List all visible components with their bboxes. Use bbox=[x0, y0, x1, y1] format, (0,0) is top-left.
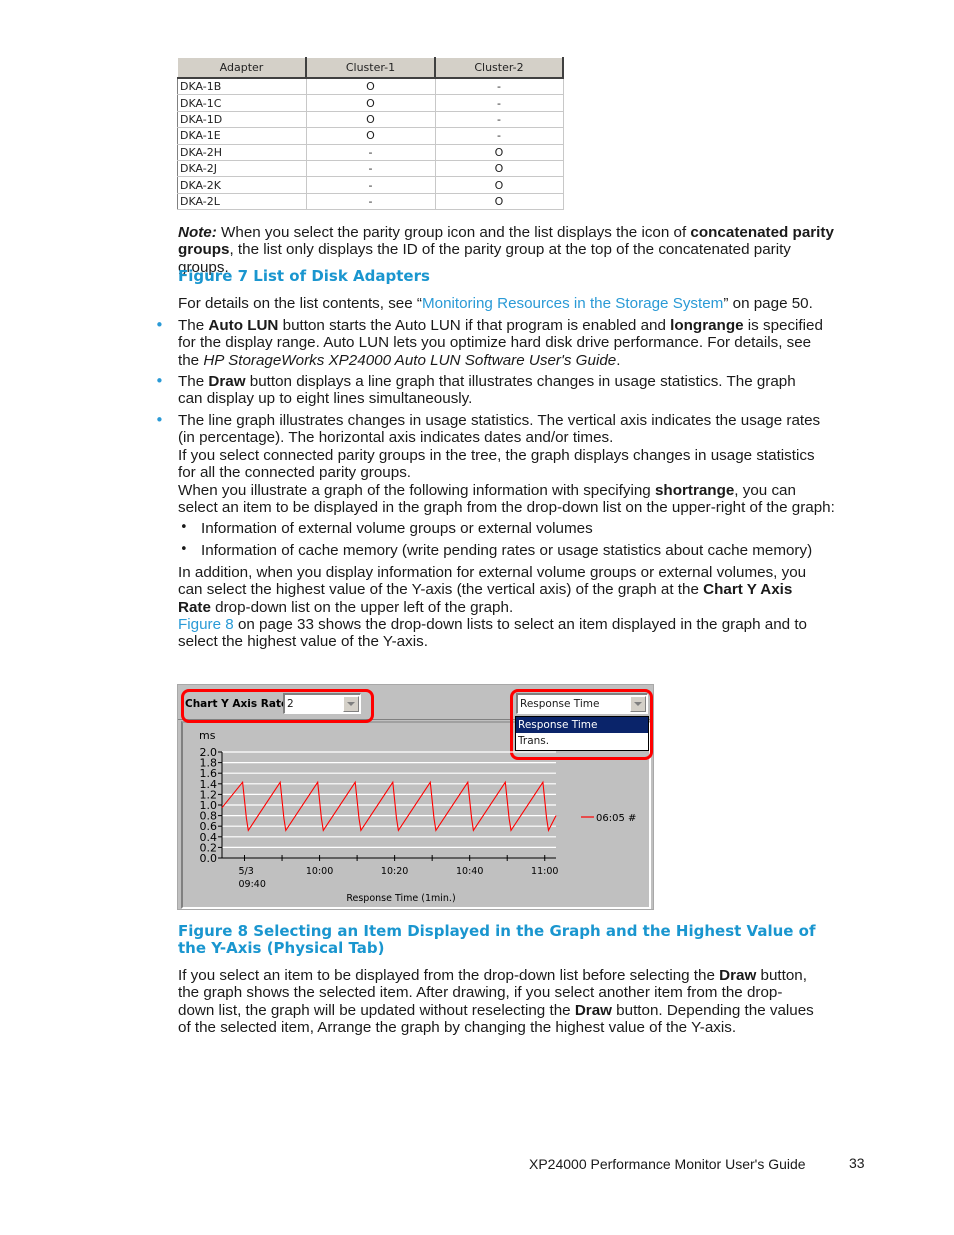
cluster-2-cell: - bbox=[435, 127, 564, 145]
text: The bbox=[178, 317, 209, 334]
figure-8-reference-paragraph: Figure 8 on page 33 shows the drop-down … bbox=[178, 616, 828, 651]
sub-bullet-cache: Information of cache memory (write pendi… bbox=[201, 542, 813, 559]
text: drop-down list on the upper left of the … bbox=[210, 598, 514, 616]
table-row[interactable]: DKA-2L - O bbox=[177, 193, 564, 211]
figure-8-link[interactable]: Figure 8 bbox=[178, 616, 234, 633]
text: button displays a line graph that illust… bbox=[178, 373, 796, 408]
x-tick-label: 11:00 bbox=[531, 866, 558, 877]
table-row[interactable]: DKA-1C O - bbox=[177, 94, 564, 112]
grid-lines bbox=[222, 751, 556, 848]
bold-draw: Draw bbox=[208, 373, 246, 390]
footer-guide-title: XP24000 Performance Monitor User's Guide bbox=[529, 1156, 806, 1172]
cluster-2-cell: O bbox=[435, 193, 564, 211]
x-tick-label: 10:40 bbox=[456, 866, 483, 877]
line-graph-p1: The line graph illustrates changes in us… bbox=[178, 412, 821, 447]
table-row[interactable]: DKA-2J - O bbox=[177, 160, 564, 178]
sub-bullet-icon: • bbox=[180, 542, 188, 557]
details-text-end: ” on page 50. bbox=[723, 295, 813, 312]
bold-auto-lun: Auto LUN bbox=[208, 317, 279, 334]
column-header-cluster-1[interactable]: Cluster-1 bbox=[305, 57, 436, 79]
y-axis-unit-label: ms bbox=[199, 729, 216, 742]
adapter-cell: DKA-2H bbox=[177, 144, 307, 161]
bullet-draw: The Draw button displays a line graph th… bbox=[178, 373, 808, 408]
bold-draw: Draw bbox=[574, 1001, 612, 1019]
response-time-chart: ms 0.00.20.40.60.81.01.21.41.61.82.0 5/3… bbox=[199, 729, 636, 904]
monitoring-resources-link[interactable]: Monitoring Resources in the Storage Syst… bbox=[422, 295, 723, 312]
cluster-2-cell: O bbox=[435, 160, 564, 178]
cluster-2-cell: O bbox=[435, 144, 564, 161]
legend: 06:05 # bbox=[581, 813, 636, 824]
bullet-auto-lun: The Auto LUN button starts the Auto LUN … bbox=[178, 317, 828, 369]
adapter-cell: DKA-1E bbox=[177, 127, 307, 145]
table-row[interactable]: DKA-2K - O bbox=[177, 176, 564, 194]
cluster-1-cell: - bbox=[306, 193, 436, 211]
series-lines bbox=[221, 780, 557, 833]
disk-adapter-table: Adapter Cluster-1 Cluster-2 DKA-1B O - DKA-… bbox=[177, 57, 564, 211]
adapter-cell: DKA-1B bbox=[177, 78, 307, 96]
cluster-2-cell: - bbox=[435, 94, 564, 112]
table-row[interactable]: DKA-1E O - bbox=[177, 127, 564, 145]
details-text: For details on the list contents, see “ bbox=[178, 295, 422, 312]
x-axis-label: Response Time (1min.) bbox=[346, 893, 455, 904]
column-header-adapter[interactable]: Adapter bbox=[177, 57, 307, 79]
series-line bbox=[221, 780, 557, 833]
bullet-icon: • bbox=[155, 316, 164, 334]
bold-longrange: longrange bbox=[670, 317, 744, 334]
cluster-1-cell: - bbox=[306, 160, 436, 178]
table-row[interactable]: DKA-1B O - bbox=[177, 78, 564, 96]
table-body: DKA-1B O - DKA-1C O - DKA-1D O - DKA-1E O - DKA-2H - O… bbox=[177, 78, 564, 211]
sub-bullet-icon: • bbox=[180, 520, 188, 535]
x-tick-sublabel: 09:40 bbox=[239, 879, 266, 890]
cluster-2-cell: O bbox=[435, 176, 564, 194]
guide-title: HP StorageWorks XP24000 Auto LUN Softwar… bbox=[203, 351, 617, 369]
table-row[interactable]: DKA-2H - O bbox=[177, 144, 564, 161]
adapter-cell: DKA-2K bbox=[177, 176, 307, 194]
table-header-row: Adapter Cluster-1 Cluster-2 bbox=[177, 57, 564, 79]
figure-8-caption: Figure 8 Selecting an Item Displayed in … bbox=[178, 922, 816, 958]
cluster-2-cell: - bbox=[435, 78, 564, 96]
cluster-1-cell: - bbox=[306, 176, 436, 194]
adapter-cell: DKA-1D bbox=[177, 111, 307, 129]
adapter-cell: DKA-2J bbox=[177, 160, 307, 178]
table-row[interactable]: DKA-1D O - bbox=[177, 111, 564, 129]
sub-bullet-external: Information of external volume groups or… bbox=[201, 520, 593, 537]
text: The bbox=[178, 373, 209, 390]
x-axis-ticks: 5/3 09:40 10:00 10:20 10:40 11:00 bbox=[239, 855, 558, 890]
bold-shortrange: shortrange bbox=[654, 481, 735, 499]
cluster-1-cell: - bbox=[306, 144, 436, 161]
cluster-1-cell: O bbox=[306, 94, 436, 112]
x-tick-label: 10:20 bbox=[381, 866, 408, 877]
x-tick-label: 10:00 bbox=[306, 866, 333, 877]
after-figure-paragraph: If you select an item to be displayed fr… bbox=[178, 967, 818, 1037]
note-text: When you select the parity group icon an… bbox=[216, 224, 691, 241]
column-header-cluster-2[interactable]: Cluster-2 bbox=[434, 57, 564, 79]
bullet-icon: • bbox=[155, 372, 164, 390]
bullet-icon: • bbox=[155, 411, 164, 429]
x-tick-label: 5/3 bbox=[239, 866, 254, 877]
text: . bbox=[616, 351, 621, 369]
text: button starts the Auto LUN if that progr… bbox=[278, 317, 671, 334]
text: on page 33 shows the drop-down lists to … bbox=[178, 616, 807, 651]
page-number: 33 bbox=[849, 1155, 865, 1171]
line-graph-p2: If you select connected parity groups in… bbox=[178, 446, 815, 482]
text: When you illustrate a graph of the follo… bbox=[178, 481, 655, 499]
bullet-line-graph: The line graph illustrates changes in us… bbox=[178, 412, 838, 516]
adapter-cell: DKA-2L bbox=[177, 193, 307, 211]
line-graph-p3: When you illustrate a graph of the follo… bbox=[178, 482, 838, 517]
bold-draw: Draw bbox=[719, 967, 757, 984]
cluster-1-cell: O bbox=[306, 78, 436, 96]
y-tick-label: 2.0 bbox=[200, 746, 218, 759]
figure-7-caption: Figure 7 List of Disk Adapters bbox=[178, 267, 430, 285]
chart-y-axis-paragraph: In addition, when you display informatio… bbox=[178, 564, 828, 616]
note-label: Note: bbox=[178, 224, 217, 241]
adapter-cell: DKA-1C bbox=[177, 94, 307, 112]
legend-label: 06:05 # bbox=[596, 813, 636, 824]
graph-panel-screenshot: Chart Y Axis Rate 2 Response Time Respon… bbox=[177, 684, 654, 910]
details-paragraph: For details on the list contents, see “M… bbox=[178, 295, 838, 312]
cluster-1-cell: O bbox=[306, 127, 436, 145]
cluster-2-cell: - bbox=[435, 111, 564, 129]
cluster-1-cell: O bbox=[306, 111, 436, 129]
text: If you select an item to be displayed fr… bbox=[178, 967, 720, 984]
